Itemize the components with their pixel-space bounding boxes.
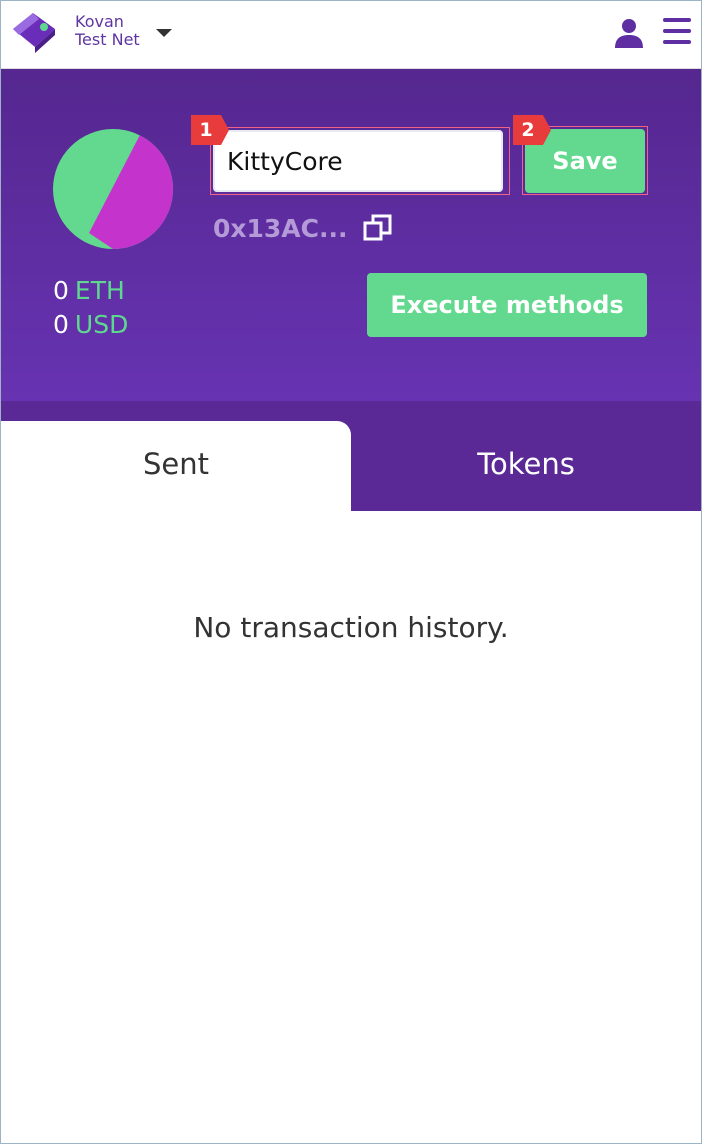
balances: 0 ETH 0 USD [53,274,183,342]
top-bar: Kovan Test Net [1,1,701,69]
network-selector[interactable]: Kovan Test Net [75,13,140,49]
usd-balance: 0 USD [53,308,183,342]
caret-down-icon[interactable] [156,29,172,37]
network-name: Kovan [75,12,124,31]
user-icon[interactable] [613,17,645,49]
copy-icon[interactable] [363,213,393,243]
empty-state-message: No transaction history. [193,611,509,644]
usd-unit: USD [74,310,129,339]
hamburger-menu-icon[interactable] [661,15,693,47]
identicon-avatar [53,129,173,249]
contract-header: 0ETH 0USD 1 Save 2 0x13AC... Execute met… [1,69,701,401]
execute-methods-button[interactable]: Execute methods [367,273,647,337]
eth-unit: ETH [74,276,125,305]
marker-badge-1: 1 [191,115,229,145]
usd-amount: 0 [53,310,69,339]
network-subtitle: Test Net [75,30,140,49]
eth-balance: 0 ETH [53,274,183,308]
app-frame: Kovan Test Net 0 ETH 0 USD KittyCore 1 S… [0,0,702,1144]
tab-bar: Sent Tokens [1,401,701,511]
tab-sent[interactable]: Sent [1,421,351,511]
contract-name-input[interactable] [213,130,503,192]
tab-tokens[interactable]: Tokens [351,421,701,511]
eth-amount: 0 [53,276,69,305]
wallet-logo-icon[interactable] [9,9,59,53]
marker-badge-2: 2 [513,115,551,145]
contract-address: 0x13AC... [213,214,348,243]
